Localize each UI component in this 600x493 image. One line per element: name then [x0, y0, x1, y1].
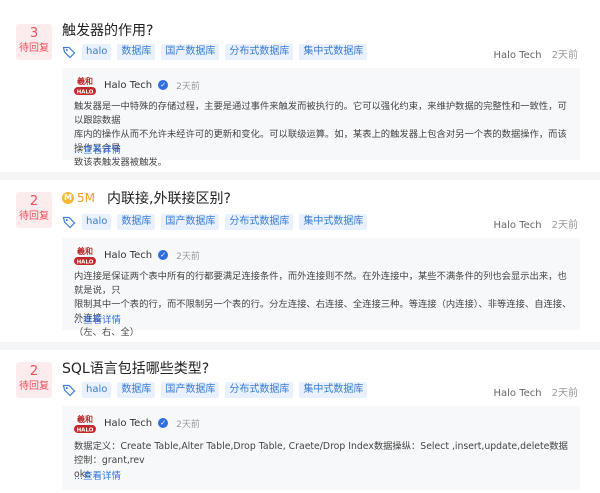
tag-domestic-database[interactable]: 国产数据库	[161, 382, 220, 398]
reply-status: 待回复	[19, 381, 49, 392]
answer-time: 2天前	[176, 251, 200, 262]
answer-preview: 羲和 HALO Halo Tech ✓ 2天前 触发器是一中特殊的存储过程，主要是…	[62, 68, 580, 168]
tag-list: halo 数据库 国产数据库 分布式数据库 集中式数据库	[62, 214, 373, 230]
answer-header: 羲和 HALO Halo Tech ✓ 2天前	[74, 74, 200, 96]
reply-count-badge: 2 待回复	[16, 362, 52, 398]
tag-halo[interactable]: halo	[82, 44, 112, 60]
coin-reward: M 5M	[62, 191, 95, 205]
card-divider	[0, 342, 600, 350]
svg-text:羲和: 羲和	[76, 246, 93, 256]
reply-status: 待回复	[19, 211, 49, 222]
view-details-link[interactable]: ...查看详情	[74, 468, 121, 482]
answer-preview: 羲和 HALO Halo Tech ✓ 2天前 内连接是保证两个表中所有的行都要满…	[62, 238, 580, 338]
question-time: 2天前	[551, 50, 578, 61]
tag-icon	[62, 384, 76, 397]
reply-count-badge: 2 待回复	[16, 192, 52, 228]
tag-centralized-database[interactable]: 集中式数据库	[299, 44, 368, 60]
tag-icon	[62, 216, 76, 229]
answer-preview: 羲和 HALO Halo Tech ✓ 2天前 数据定义：Create Table…	[62, 406, 580, 490]
answer-author[interactable]: Halo Tech	[104, 250, 152, 261]
answer-time: 2天前	[176, 419, 200, 430]
question-card-2: 2 待回复 M 5M 内联接,外联接区别? halo 数据库 国产数据库 分布式数…	[0, 180, 600, 344]
answer-line: 限制其中一个表的行，而不限制另一个表的行。分左连接、右连接、全连接三种。等连接（…	[74, 299, 572, 324]
verified-icon: ✓	[158, 250, 169, 260]
question-title-row: M 5M 内联接,外联接区别?	[62, 189, 231, 207]
answer-line: 触发器是一中特殊的存储过程，主要是通过事件来触发而被执行的。它可以强化约束，来维…	[74, 101, 567, 126]
svg-text:HALO: HALO	[77, 90, 94, 96]
reply-count: 2	[29, 194, 39, 209]
tag-halo[interactable]: halo	[82, 382, 112, 398]
svg-text:HALO: HALO	[77, 260, 94, 266]
tag-icon	[62, 46, 76, 59]
reply-count-badge: 3 待回复	[16, 24, 52, 60]
answer-header: 羲和 HALO Halo Tech ✓ 2天前	[74, 244, 200, 266]
halo-logo: 羲和 HALO	[74, 413, 96, 433]
question-title[interactable]: 内联接,外联接区别?	[107, 188, 231, 208]
answer-text: 内连接是保证两个表中所有的行都要满足连接条件，而外连接则不然。在外连接中，某些不…	[74, 270, 572, 340]
tag-distributed-database[interactable]: 分布式数据库	[225, 214, 294, 230]
question-meta: Halo Tech 2天前	[494, 216, 579, 231]
answer-time: 2天前	[176, 81, 200, 92]
reply-status: 待回复	[19, 43, 49, 54]
reply-count: 3	[29, 26, 39, 41]
question-title[interactable]: SQL语言包括哪些类型?	[62, 358, 209, 378]
question-author[interactable]: Halo Tech	[494, 50, 542, 61]
answer-author[interactable]: Halo Tech	[104, 418, 152, 429]
tag-halo[interactable]: halo	[82, 214, 112, 230]
tag-distributed-database[interactable]: 分布式数据库	[225, 382, 294, 398]
tag-list: halo 数据库 国产数据库 分布式数据库 集中式数据库	[62, 382, 373, 398]
tag-database[interactable]: 数据库	[117, 382, 156, 398]
tag-domestic-database[interactable]: 国产数据库	[161, 214, 220, 230]
question-card-3: 2 待回复 SQL语言包括哪些类型? halo 数据库 国产数据库 分布式数据库…	[0, 350, 600, 493]
answer-text: 数据定义：Create Table,Alter Table,Drop Table…	[74, 440, 572, 482]
reply-count: 2	[29, 364, 39, 379]
question-title-row: SQL语言包括哪些类型?	[62, 359, 209, 377]
question-author[interactable]: Halo Tech	[494, 220, 542, 231]
tag-list: halo 数据库 国产数据库 分布式数据库 集中式数据库	[62, 44, 373, 60]
halo-logo: 羲和 HALO	[74, 75, 96, 95]
question-card-1: 3 待回复 触发器的作用? halo 数据库 国产数据库 分布式数据库 集中式数…	[0, 0, 600, 176]
tag-centralized-database[interactable]: 集中式数据库	[299, 382, 368, 398]
answer-line: 库内的操作从而不允许未经许可的更新和变化。可以联级运算。如，某表上的触发器上包含…	[74, 129, 567, 154]
tag-distributed-database[interactable]: 分布式数据库	[225, 44, 294, 60]
answer-header: 羲和 HALO Halo Tech ✓ 2天前	[74, 412, 200, 434]
question-time: 2天前	[551, 220, 578, 231]
answer-line: （左、右、全）	[74, 327, 140, 338]
question-title[interactable]: 触发器的作用?	[62, 20, 153, 40]
answer-text: 触发器是一中特殊的存储过程，主要是通过事件来触发而被执行的。它可以强化约束，来维…	[74, 100, 572, 170]
tag-domestic-database[interactable]: 国产数据库	[161, 44, 220, 60]
card-divider	[0, 172, 600, 180]
question-meta: Halo Tech 2天前	[494, 384, 579, 399]
view-details-link[interactable]: ...查看详情	[74, 312, 121, 326]
tag-database[interactable]: 数据库	[117, 214, 156, 230]
question-author[interactable]: Halo Tech	[494, 388, 542, 399]
question-time: 2天前	[551, 388, 578, 399]
svg-text:羲和: 羲和	[76, 76, 93, 86]
tag-centralized-database[interactable]: 集中式数据库	[299, 214, 368, 230]
answer-line: 致该表触发器被触发。	[74, 157, 167, 168]
question-title-row: 触发器的作用?	[62, 21, 153, 39]
verified-icon: ✓	[158, 80, 169, 90]
answer-line: oke	[74, 469, 91, 480]
halo-logo: 羲和 HALO	[74, 245, 96, 265]
answer-line: 数据定义：Create Table,Alter Table,Drop Table…	[74, 441, 568, 466]
answer-author[interactable]: Halo Tech	[104, 80, 152, 91]
svg-text:HALO: HALO	[77, 428, 94, 434]
coin-icon: M	[62, 192, 74, 204]
view-details-link[interactable]: ...查看详情	[74, 142, 121, 156]
question-meta: Halo Tech 2天前	[494, 46, 579, 61]
svg-text:羲和: 羲和	[76, 414, 93, 424]
verified-icon: ✓	[158, 418, 169, 428]
tag-database[interactable]: 数据库	[117, 44, 156, 60]
answer-line: 内连接是保证两个表中所有的行都要满足连接条件，而外连接则不然。在外连接中，某些不…	[74, 271, 567, 296]
coin-amount: 5M	[77, 191, 95, 205]
